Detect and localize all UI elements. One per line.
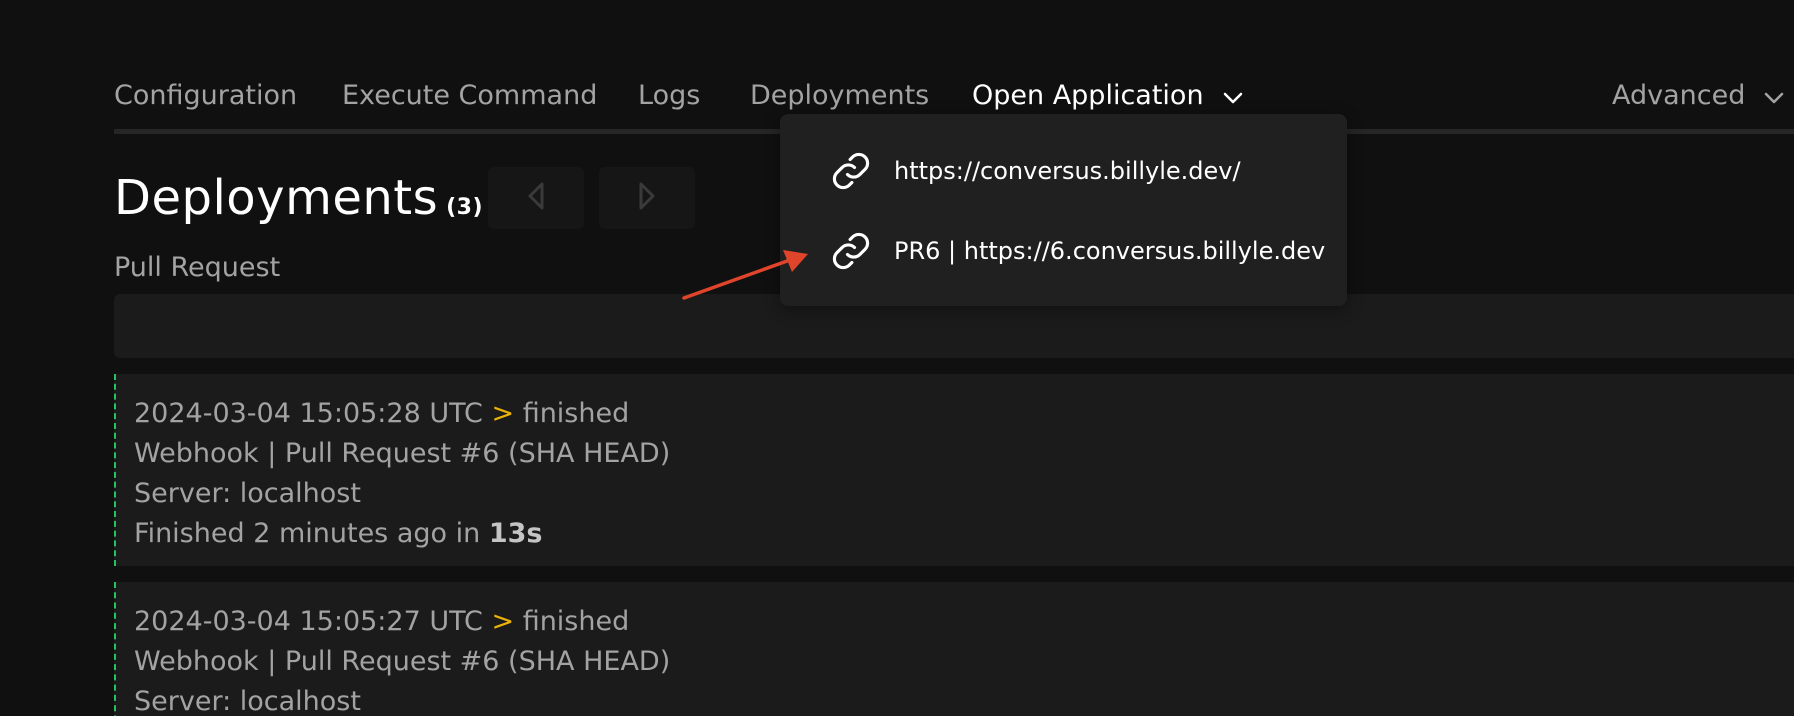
- tab-configuration[interactable]: Configuration: [114, 80, 297, 111]
- open-application-dropdown: https://conversus.billyle.dev/ PR6 | htt…: [780, 114, 1347, 306]
- tab-execute-command[interactable]: Execute Command: [342, 80, 597, 111]
- chevron-down-icon: [1222, 81, 1244, 112]
- tab-open-application-label: Open Application: [972, 80, 1204, 111]
- app-page: Configuration Execute Command Logs Deplo…: [0, 0, 1794, 716]
- tab-deployments[interactable]: Deployments: [750, 80, 929, 111]
- open-link-pr6[interactable]: PR6 | https://6.conversus.billyle.dev: [830, 229, 1325, 273]
- open-link-pr6-label: PR6 | https://6.conversus.billyle.dev: [894, 237, 1326, 265]
- status-separator: >: [491, 398, 515, 429]
- section-label: Pull Request: [114, 252, 281, 283]
- next-page-button[interactable]: [599, 167, 695, 229]
- status-separator: >: [491, 606, 515, 637]
- page-title: Deployments (3): [114, 170, 483, 226]
- deployment-server: Server: localhost: [134, 478, 361, 509]
- deployment-header: 2024-03-04 15:05:27 UTC > finished: [134, 602, 1794, 642]
- open-link-main-label: https://conversus.billyle.dev/: [894, 157, 1241, 185]
- previous-page-button[interactable]: [488, 167, 584, 229]
- deployment-trigger: Webhook | Pull Request #6 (SHA HEAD): [134, 438, 671, 469]
- link-icon: [830, 230, 872, 272]
- deployment-header: 2024-03-04 15:05:28 UTC > finished: [134, 394, 1794, 434]
- open-link-main[interactable]: https://conversus.billyle.dev/: [830, 149, 1241, 193]
- tab-advanced-label: Advanced: [1612, 80, 1746, 111]
- tab-logs[interactable]: Logs: [638, 80, 700, 111]
- triangle-right-icon: [637, 181, 657, 215]
- deployment-card[interactable]: 2024-03-04 15:05:27 UTC > finished Webho…: [114, 582, 1794, 716]
- triangle-left-icon: [526, 181, 546, 215]
- tab-open-application[interactable]: Open Application: [972, 80, 1244, 112]
- deployment-count: (3): [446, 195, 484, 220]
- page-title-text: Deployments: [114, 170, 439, 226]
- deployment-timestamp: 2024-03-04 15:05:27 UTC: [134, 606, 483, 637]
- tab-advanced[interactable]: Advanced: [1612, 80, 1785, 112]
- deployment-server: Server: localhost: [134, 686, 361, 716]
- deployment-status: finished: [522, 398, 630, 429]
- deployment-card[interactable]: 2024-03-04 15:05:28 UTC > finished Webho…: [114, 374, 1794, 566]
- deployment-finished: Finished 2 minutes ago in 13s: [134, 514, 1794, 554]
- chevron-down-icon: [1763, 81, 1785, 112]
- link-icon: [830, 150, 872, 192]
- deployment-duration: 13s: [488, 518, 543, 549]
- deployment-status: finished: [522, 606, 630, 637]
- finished-text: Finished 2 minutes ago in: [134, 518, 481, 549]
- deployment-trigger: Webhook | Pull Request #6 (SHA HEAD): [134, 646, 671, 677]
- deployment-timestamp: 2024-03-04 15:05:28 UTC: [134, 398, 483, 429]
